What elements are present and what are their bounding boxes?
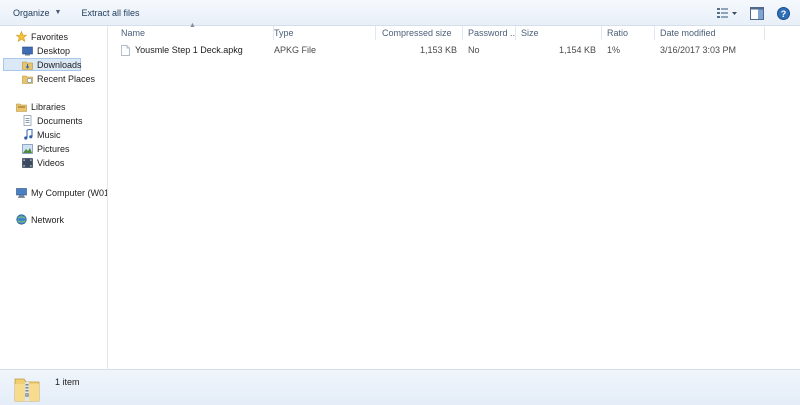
toolbar-right: ?	[712, 3, 794, 23]
nav-favorites[interactable]: Favorites	[0, 30, 107, 43]
nav-label: Downloads	[37, 59, 82, 70]
star-icon	[16, 31, 27, 42]
nav-label: Favorites	[31, 31, 69, 42]
music-icon	[22, 129, 33, 140]
column-header-size[interactable]: Size	[515, 26, 602, 40]
extract-all-label: Extract all files	[81, 7, 140, 18]
nav-computer[interactable]: My Computer (W0168	[0, 186, 107, 199]
svg-text:?: ?	[780, 9, 786, 19]
file-size: 1,154 KB	[558, 45, 596, 55]
organize-label: Organize	[13, 7, 50, 18]
column-header-row: ▲ Name Type Compressed size Password ...…	[109, 22, 800, 40]
file-type: APKG File	[274, 45, 317, 55]
preview-pane-icon	[750, 6, 764, 20]
nav-label: My Computer (W0168	[31, 187, 107, 198]
file-name: Yousmle Step 1 Deck.apkg	[135, 45, 243, 55]
column-header-compressed-size[interactable]: Compressed size	[376, 26, 463, 40]
nav-label: Pictures	[37, 143, 70, 154]
organize-button[interactable]: Organize ▼	[6, 3, 68, 23]
nav-libraries[interactable]: Libraries	[0, 100, 107, 113]
pictures-icon	[22, 143, 33, 154]
nav-videos[interactable]: Videos	[0, 156, 107, 169]
file-name-cell: Yousmle Step 1 Deck.apkg	[115, 43, 274, 58]
videos-icon	[22, 157, 33, 168]
column-header-ratio[interactable]: Ratio	[601, 26, 655, 40]
nav-label: Desktop	[37, 45, 71, 56]
preview-pane-button[interactable]	[746, 3, 768, 23]
extract-all-button[interactable]: Extract all files	[74, 3, 146, 23]
file-ratio: 1%	[607, 45, 621, 55]
nav-label: Recent Places	[37, 73, 96, 84]
recent-places-icon	[22, 73, 33, 84]
nav-label: Documents	[37, 115, 83, 126]
column-header-name[interactable]: Name	[115, 26, 274, 40]
nav-documents[interactable]: Documents	[0, 114, 107, 127]
help-icon: ?	[776, 6, 790, 20]
network-icon	[16, 214, 27, 225]
nav-downloads[interactable]: Downloads	[3, 58, 82, 71]
nav-desktop[interactable]: Desktop	[0, 44, 107, 57]
file-compressed-size: 1,153 KB	[419, 45, 457, 55]
nav-label: Music	[37, 129, 61, 140]
file-icon	[121, 45, 130, 56]
file-date-modified: 3/16/2017 3:03 PM	[660, 45, 737, 55]
documents-icon	[22, 115, 33, 126]
navigation-pane: Favorites Desktop Downloads Recent Place…	[0, 26, 108, 369]
chevron-down-icon: ▼	[54, 9, 62, 16]
table-row[interactable]: Yousmle Step 1 Deck.apkg APKG File 1,153…	[109, 43, 800, 58]
details-pane: 1 item	[0, 369, 800, 405]
view-details-icon	[717, 8, 737, 18]
change-view-button[interactable]	[712, 3, 742, 23]
libraries-icon	[16, 101, 27, 112]
column-header-type[interactable]: Type	[268, 26, 376, 40]
item-count: 1 item	[55, 376, 80, 387]
nav-recent-places[interactable]: Recent Places	[0, 72, 107, 85]
file-list-pane: ▲ Name Type Compressed size Password ...…	[109, 22, 800, 369]
nav-music[interactable]: Music	[0, 128, 107, 141]
column-header-password[interactable]: Password ...	[462, 26, 516, 40]
desktop-icon	[22, 45, 33, 56]
computer-icon	[16, 187, 27, 198]
column-header-date-modified[interactable]: Date modified	[654, 26, 765, 40]
help-button[interactable]: ?	[772, 3, 794, 23]
file-password: No	[468, 45, 480, 55]
nav-label: Libraries	[31, 101, 66, 112]
nav-label: Videos	[37, 157, 65, 168]
nav-label: Network	[31, 214, 65, 225]
zip-folder-icon	[14, 378, 40, 401]
nav-pictures[interactable]: Pictures	[0, 142, 107, 155]
command-bar: Organize ▼ Extract all files ?	[0, 0, 800, 26]
nav-network[interactable]: Network	[0, 213, 107, 226]
downloads-folder-icon	[22, 59, 33, 70]
